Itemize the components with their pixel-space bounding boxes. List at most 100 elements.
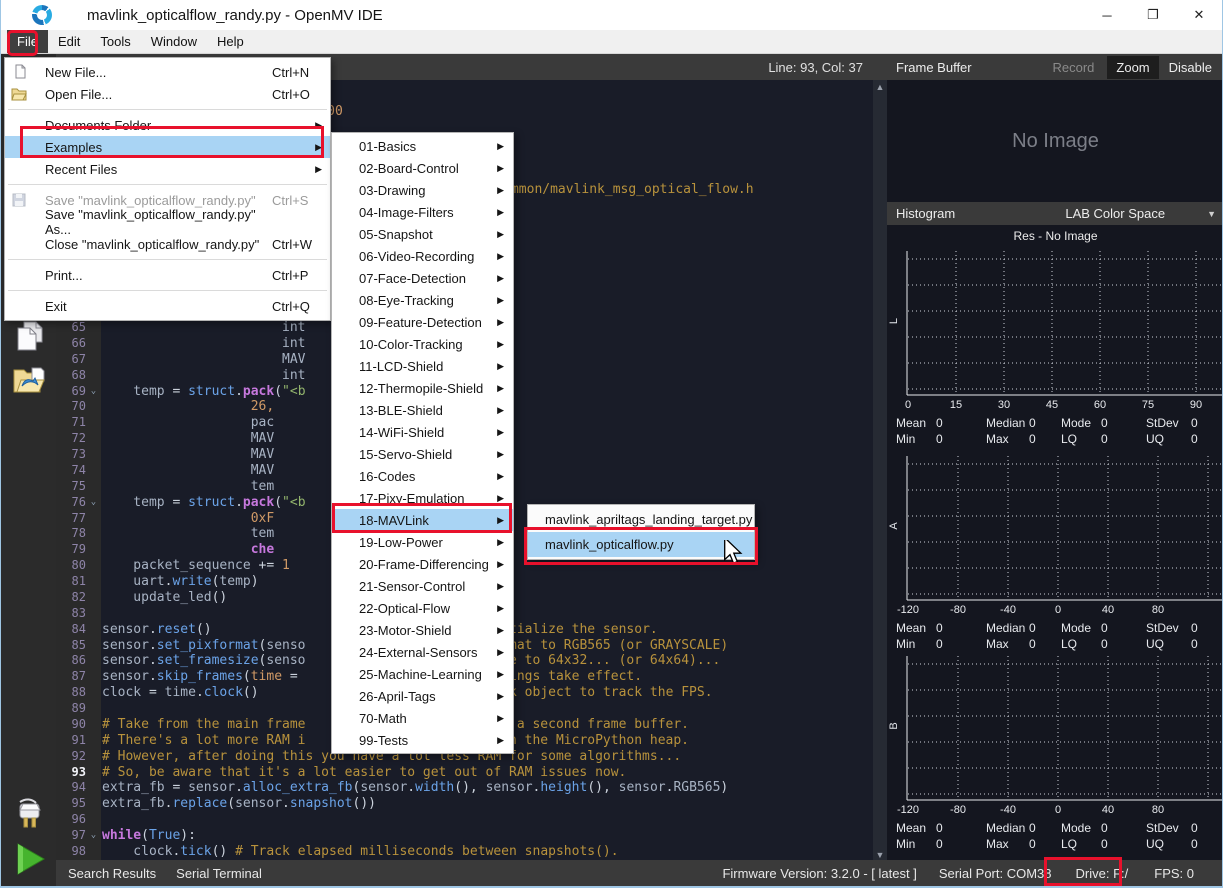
examples-item-20-frame-differencing[interactable]: 20-Frame-Differencing▶ <box>332 553 513 575</box>
line-number: 73 <box>56 447 86 463</box>
examples-item-02-board-control[interactable]: 02-Board-Control▶ <box>332 157 513 179</box>
minimize-button[interactable]: ─ <box>1084 0 1130 30</box>
examples-item-23-motor-shield[interactable]: 23-Motor-Shield▶ <box>332 619 513 641</box>
mavlink-item-mavlink-opticalflow-py[interactable]: mavlink_opticalflow.py <box>528 532 754 557</box>
examples-item-26-april-tags[interactable]: 26-April-Tags▶ <box>332 685 513 707</box>
code-text: while(True): <box>101 828 196 844</box>
close-button[interactable]: ✕ <box>1176 0 1222 30</box>
menu-item-label: Open File... <box>38 87 272 102</box>
line-number: 94 <box>56 780 86 796</box>
fold-column <box>86 717 101 733</box>
examples-item-15-servo-shield[interactable]: 15-Servo-Shield▶ <box>332 443 513 465</box>
line-number: 71 <box>56 415 86 431</box>
scroll-up-icon[interactable]: ▲ <box>876 80 885 94</box>
line-number: 75 <box>56 479 86 495</box>
file-menu-item-documents-folder[interactable]: Documents Folder▶ <box>5 114 330 136</box>
stats-row: Mean0Median0Mode0StDev0 <box>896 820 1222 836</box>
examples-item-25-machine-learning[interactable]: 25-Machine-Learning▶ <box>332 663 513 685</box>
fold-arrow-icon: ⌄ <box>86 384 101 400</box>
drive-status[interactable]: Drive: F:/ <box>1076 866 1129 881</box>
examples-item-18-mavlink[interactable]: 18-MAVLink▶ <box>332 509 513 531</box>
file-menu-item-close-mavlink-opticalflow-randy-py[interactable]: Close "mavlink_opticalflow_randy.py"Ctrl… <box>5 233 330 255</box>
code-line[interactable]: 96 <box>56 812 873 828</box>
disable-button[interactable]: Disable <box>1163 56 1218 79</box>
code-text: MAV <box>101 463 274 479</box>
code-line[interactable]: 97⌄while(True): <box>56 828 873 844</box>
tab-search-results[interactable]: Search Results <box>64 866 160 881</box>
stat-label: Min <box>896 636 936 652</box>
code-line[interactable]: 95extra_fb.replace(sensor.snapshot()) <box>56 796 873 812</box>
fold-column <box>86 653 101 669</box>
connect-plug-icon[interactable] <box>10 796 48 834</box>
examples-item-70-math[interactable]: 70-Math▶ <box>332 707 513 729</box>
run-script-play-icon[interactable] <box>10 840 48 878</box>
file-menu-item-new-file[interactable]: New File...Ctrl+N <box>5 61 330 83</box>
editor-scrollbar[interactable]: ▲ ▼ <box>873 80 887 862</box>
file-menu-item-recent-files[interactable]: Recent Files▶ <box>5 158 330 180</box>
examples-item-07-face-detection[interactable]: 07-Face-Detection▶ <box>332 267 513 289</box>
menu-item-label: 17-Pixy-Emulation <box>359 491 494 506</box>
stat-value: 0 <box>936 432 943 446</box>
submenu-arrow-icon: ▶ <box>494 405 504 416</box>
examples-item-21-sensor-control[interactable]: 21-Sensor-Control▶ <box>332 575 513 597</box>
menu-item-label: Examples <box>38 140 312 155</box>
mavlink-item-mavlink-apriltags-landing-target-py[interactable]: mavlink_apriltags_landing_target.py <box>528 507 754 532</box>
histogram-chart-a: A-120-80-4004080Mean0Median0Mode0StDev0M… <box>887 452 1223 652</box>
file-menu-item-print[interactable]: Print...Ctrl+P <box>5 264 330 286</box>
code-text: uart.write(temp) <box>101 574 259 590</box>
stat-label: LQ <box>1061 836 1101 852</box>
examples-item-19-low-power[interactable]: 19-Low-Power▶ <box>332 531 513 553</box>
examples-item-01-basics[interactable]: 01-Basics▶ <box>332 135 513 157</box>
examples-item-10-color-tracking[interactable]: 10-Color-Tracking▶ <box>332 333 513 355</box>
fold-column <box>86 733 101 749</box>
file-menu-item-open-file[interactable]: Open File...Ctrl+O <box>5 83 330 105</box>
examples-item-08-eye-tracking[interactable]: 08-Eye-Tracking▶ <box>332 289 513 311</box>
examples-item-03-drawing[interactable]: 03-Drawing▶ <box>332 179 513 201</box>
code-line[interactable]: 93# So, be aware that it's a lot easier … <box>56 765 873 781</box>
record-button[interactable]: Record <box>1052 60 1094 75</box>
examples-item-17-pixy-emulation[interactable]: 17-Pixy-Emulation▶ <box>332 487 513 509</box>
maximize-button[interactable]: ❐ <box>1130 0 1176 30</box>
menubar-item-window[interactable]: Window <box>141 30 207 53</box>
menu-item-label: Exit <box>38 299 272 314</box>
code-line[interactable]: 98 clock.tick() # Track elapsed millisec… <box>56 844 873 860</box>
stat-min: Min0 <box>896 636 986 652</box>
menubar-item-file[interactable]: File <box>7 30 48 53</box>
examples-item-14-wifi-shield[interactable]: 14-WiFi-Shield▶ <box>332 421 513 443</box>
examples-item-16-codes[interactable]: 16-Codes▶ <box>332 465 513 487</box>
serial-port-status[interactable]: Serial Port: COM38 <box>939 866 1052 881</box>
file-menu-item-examples[interactable]: Examples▶ <box>5 136 330 158</box>
zoom-button[interactable]: Zoom <box>1107 56 1158 79</box>
fold-column <box>86 590 101 606</box>
examples-item-11-lcd-shield[interactable]: 11-LCD-Shield▶ <box>332 355 513 377</box>
menubar-item-help[interactable]: Help <box>207 30 254 53</box>
examples-item-04-image-filters[interactable]: 04-Image-Filters▶ <box>332 201 513 223</box>
examples-item-13-ble-shield[interactable]: 13-BLE-Shield▶ <box>332 399 513 421</box>
fold-arrow-icon: ⌄ <box>86 495 101 511</box>
tab-serial-terminal[interactable]: Serial Terminal <box>172 866 266 881</box>
examples-item-22-optical-flow[interactable]: 22-Optical-Flow▶ <box>332 597 513 619</box>
open-file-icon[interactable] <box>10 362 48 400</box>
stat-uq: UQ0 <box>1146 431 1222 447</box>
examples-item-05-snapshot[interactable]: 05-Snapshot▶ <box>332 223 513 245</box>
code-text: 26, <box>101 399 274 415</box>
examples-item-09-feature-detection[interactable]: 09-Feature-Detection▶ <box>332 311 513 333</box>
fold-column <box>86 336 101 352</box>
stat-value: 0 <box>1101 432 1108 446</box>
stat-label: Mean <box>896 620 936 636</box>
examples-item-24-external-sensors[interactable]: 24-External-Sensors▶ <box>332 641 513 663</box>
stat-mode: Mode0 <box>1061 415 1146 431</box>
dropdown-arrow-icon[interactable]: ▼ <box>1207 209 1216 219</box>
color-space-dropdown[interactable]: LAB Color Space <box>1065 206 1165 221</box>
file-menu-item-exit[interactable]: ExitCtrl+Q <box>5 295 330 317</box>
examples-item-12-thermopile-shield[interactable]: 12-Thermopile-Shield▶ <box>332 377 513 399</box>
examples-item-06-video-recording[interactable]: 06-Video-Recording▶ <box>332 245 513 267</box>
menubar-item-tools[interactable]: Tools <box>90 30 140 53</box>
stat-label: Median <box>986 415 1029 431</box>
file-menu-item-save-mavlink-opticalflow-randy-py-as[interactable]: Save "mavlink_opticalflow_randy.py" As..… <box>5 211 330 233</box>
examples-item-99-tests[interactable]: 99-Tests▶ <box>332 729 513 751</box>
code-line[interactable]: 94extra_fb = sensor.alloc_extra_fb(senso… <box>56 780 873 796</box>
new-file-icon[interactable] <box>10 318 48 356</box>
stat-uq: UQ0 <box>1146 636 1222 652</box>
menubar-item-edit[interactable]: Edit <box>48 30 90 53</box>
